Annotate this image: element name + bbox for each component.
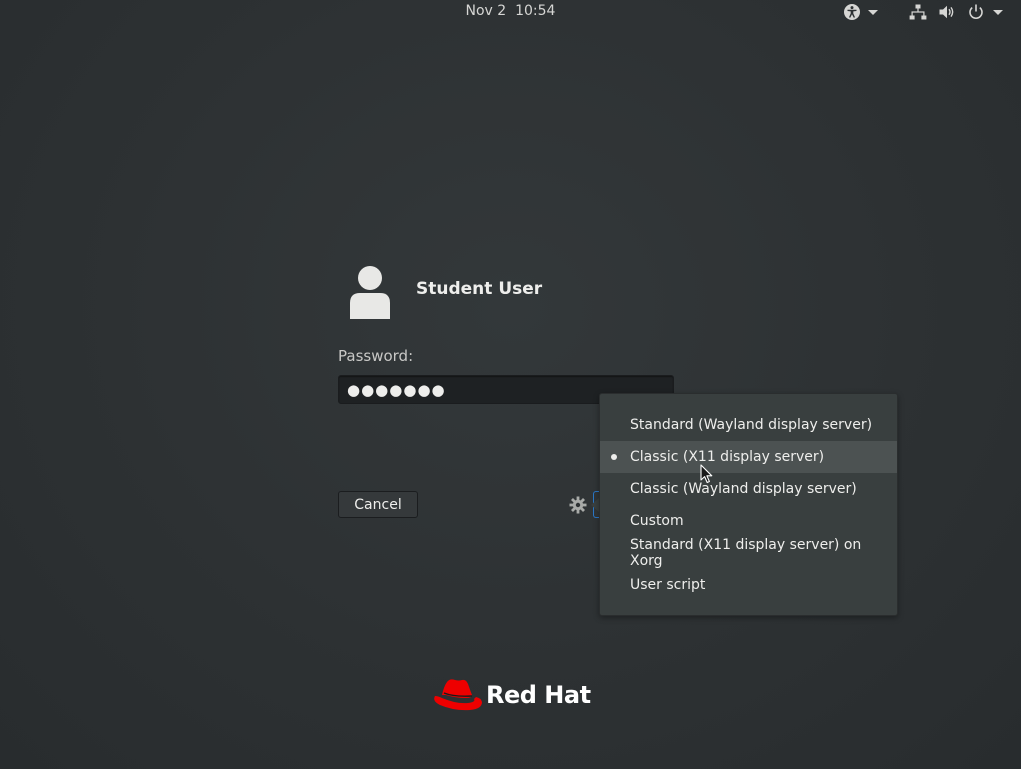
session-item-classic-wayland[interactable]: Classic (Wayland display server) — [600, 473, 897, 505]
session-item-user-script[interactable]: User script — [600, 569, 897, 601]
accessibility-menu[interactable] — [843, 3, 878, 21]
session-item-classic-x11[interactable]: Classic (X11 display server) — [600, 441, 897, 473]
network-wired-icon — [909, 4, 927, 20]
mouse-cursor-icon — [700, 464, 713, 484]
menu-item-label: Custom — [630, 513, 684, 529]
chevron-down-icon — [868, 9, 878, 15]
volume-icon — [939, 5, 954, 19]
logo-text: Red Hat — [486, 681, 591, 709]
user-name: Student User — [416, 279, 543, 299]
user-avatar-icon — [350, 266, 390, 319]
accessibility-icon — [844, 4, 860, 20]
power-icon — [969, 4, 983, 19]
session-item-standard-x11-xorg[interactable]: Standard (X11 display server) on Xorg — [600, 537, 897, 569]
user-entry: Student User — [338, 265, 542, 321]
clock-date: Nov 2 — [465, 3, 507, 19]
session-item-standard-wayland[interactable]: Standard (Wayland display server) — [600, 409, 897, 441]
top-bar: Nov 2 10:54 — [0, 0, 1021, 24]
redhat-fedora-icon — [434, 679, 482, 711]
menu-item-label: Standard (Wayland display server) — [630, 417, 873, 433]
login-screen: Nov 2 10:54 Student User Password: ●●●●●… — [0, 0, 1021, 769]
redhat-logo: Red Hat — [432, 676, 591, 714]
password-value: ●●●●●●● — [347, 380, 446, 399]
session-item-custom[interactable]: Custom — [600, 505, 897, 537]
session-gear-icon[interactable] — [568, 495, 588, 515]
chevron-down-icon — [993, 9, 1003, 15]
avatar — [338, 265, 402, 321]
password-label: Password: — [338, 347, 414, 365]
menu-item-label: User script — [630, 577, 706, 593]
session-menu: Standard (Wayland display server) Classi… — [599, 393, 898, 616]
system-menu[interactable] — [909, 3, 1003, 21]
clock-time: 10:54 — [515, 3, 556, 19]
cancel-button[interactable]: Cancel — [338, 491, 418, 518]
selected-dot-icon — [611, 454, 617, 460]
menu-item-label: Classic (X11 display server) — [630, 449, 825, 465]
menu-item-label: Standard (X11 display server) on Xorg — [630, 537, 862, 569]
menu-item-label: Classic (Wayland display server) — [630, 481, 857, 497]
